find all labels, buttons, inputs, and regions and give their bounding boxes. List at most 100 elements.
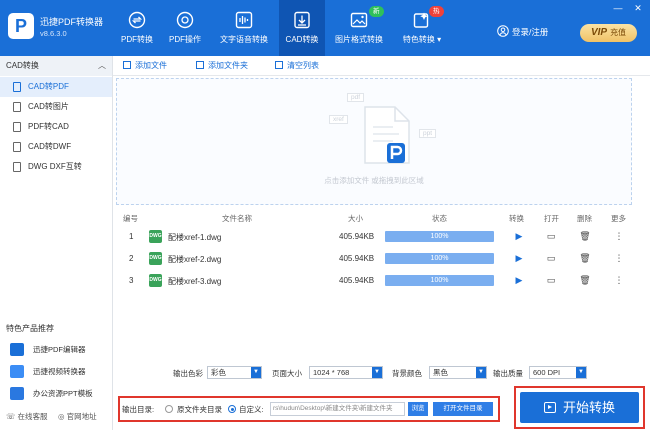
add-folder-button[interactable]: 添加文件夹 bbox=[196, 60, 248, 71]
document-icon bbox=[13, 162, 21, 172]
document-icon bbox=[13, 142, 21, 152]
add-file-label: 添加文件 bbox=[135, 61, 167, 70]
login-button[interactable]: 登录/注册 bbox=[512, 26, 548, 38]
more-icon[interactable]: ⋮ bbox=[613, 252, 625, 265]
sidebar-item-cad-to-dwf[interactable]: CAD转DWF bbox=[0, 137, 112, 157]
folder-open-icon[interactable]: ▭ bbox=[545, 230, 557, 243]
app-logo: P bbox=[8, 13, 34, 39]
sidebar-item-pdf-to-cad[interactable]: PDF转CAD bbox=[0, 117, 112, 137]
image-file-icon bbox=[13, 102, 21, 112]
sidebar: CAD转换 ︿ CAD转PDF CAD转图片 PDF转CAD CAD转DWF DW… bbox=[0, 56, 113, 430]
col-convert: 转换 bbox=[509, 214, 524, 223]
vip-recharge-button[interactable]: VIP 充值 bbox=[580, 24, 637, 42]
add-file-button[interactable]: 添加文件 bbox=[123, 60, 167, 71]
sidebar-item-cad-to-pdf[interactable]: CAD转PDF bbox=[0, 77, 112, 97]
featured-label: 迅捷PDF编辑器 bbox=[33, 345, 86, 354]
radio-custom-folder[interactable] bbox=[228, 405, 236, 413]
nav-label: PDF操作 bbox=[169, 35, 201, 44]
row-index: 2 bbox=[129, 254, 134, 263]
row-file-name: 配楼xref-2.dwg bbox=[168, 255, 222, 264]
image-icon bbox=[350, 12, 368, 28]
clear-list-button[interactable]: 清空列表 bbox=[275, 60, 319, 71]
row-file-name: 配楼xref-3.dwg bbox=[168, 277, 222, 286]
row-progress-bar: 100% bbox=[385, 275, 494, 286]
app-name: 迅捷PDF转换器 bbox=[40, 17, 104, 27]
globe-icon: ◎ bbox=[58, 412, 65, 421]
output-color-select[interactable]: 彩色 ▼ bbox=[207, 366, 262, 379]
output-path-input[interactable]: rs\hudun\Desktop\新建文件夹\新建文件夹 bbox=[270, 402, 405, 416]
play-icon[interactable]: ▶ bbox=[513, 230, 525, 243]
trash-icon[interactable]: 🗑 bbox=[579, 230, 591, 243]
chevron-down-icon: ▼ bbox=[576, 367, 586, 378]
add-file-icon bbox=[123, 61, 131, 69]
open-directory-button[interactable]: 打开文件目录 bbox=[433, 402, 493, 416]
pdf-operation-icon bbox=[176, 11, 194, 29]
folder-open-icon[interactable]: ▭ bbox=[545, 252, 557, 265]
add-folder-icon bbox=[196, 61, 204, 69]
featured-pdf-editor[interactable]: 迅捷PDF编辑器 bbox=[0, 340, 112, 359]
row-status: 100% bbox=[430, 277, 449, 284]
more-icon[interactable]: ⋮ bbox=[613, 230, 625, 243]
website-label: 官网地址 bbox=[66, 412, 97, 421]
add-folder-label: 添加文件夹 bbox=[208, 61, 248, 70]
output-directory-box: 输出目录: 原文件夹目录 自定义: rs\hudun\Desktop\新建文件夹… bbox=[118, 396, 500, 422]
user-icon bbox=[497, 25, 509, 37]
page-size-value: 1024 * 768 bbox=[313, 368, 350, 377]
radio-original-folder[interactable] bbox=[165, 405, 173, 413]
table-row: 1 DWG 配楼xref-1.dwg 405.94KB 100% ▶ ▭ 🗑 ⋮ bbox=[113, 226, 650, 248]
nav-pdf-convert[interactable]: PDF转换 bbox=[113, 0, 161, 56]
output-color-value: 彩色 bbox=[211, 368, 226, 377]
nav-image-convert[interactable]: 图片格式转换 新 bbox=[327, 0, 391, 56]
nav-special-convert[interactable]: 特色转换 ▾ 热 bbox=[393, 0, 451, 56]
more-icon[interactable]: ⋮ bbox=[613, 274, 625, 287]
trash-icon[interactable]: 🗑 bbox=[579, 252, 591, 265]
close-button[interactable]: ✕ bbox=[632, 3, 644, 14]
sidebar-item-dwg-dxf[interactable]: DWG DXF互转 bbox=[0, 157, 112, 177]
output-quality-select[interactable]: 600 DPI ▼ bbox=[529, 366, 587, 379]
pdf-editor-icon bbox=[10, 343, 24, 356]
table-row: 3 DWG 配楼xref-3.dwg 405.94KB 100% ▶ ▭ 🗑 ⋮ bbox=[113, 270, 650, 292]
col-size: 大小 bbox=[348, 214, 363, 223]
sidebar-item-cad-to-image[interactable]: CAD转图片 bbox=[0, 97, 112, 117]
pdf-convert-icon bbox=[128, 11, 146, 29]
sidebar-item-label: DWG DXF互转 bbox=[28, 162, 82, 171]
sidebar-item-label: CAD转DWF bbox=[28, 142, 72, 151]
output-quality-label: 输出质量 bbox=[493, 369, 523, 378]
vip-brand: VIP bbox=[590, 27, 608, 38]
row-file-size: 405.94KB bbox=[339, 276, 375, 285]
play-icon[interactable]: ▶ bbox=[513, 274, 525, 287]
headset-icon: ☏ bbox=[6, 412, 16, 421]
row-progress-bar: 100% bbox=[385, 231, 494, 242]
clear-list-label: 清空列表 bbox=[287, 61, 319, 70]
browse-button[interactable]: 浏览 bbox=[408, 402, 428, 416]
minimize-button[interactable]: — bbox=[612, 3, 624, 13]
cad-download-icon bbox=[294, 11, 310, 29]
featured-title: 特色产品推荐 bbox=[6, 324, 54, 333]
file-drop-zone[interactable]: pdf xref ppt 点击添加文件 或拖拽到此区域 bbox=[116, 78, 632, 205]
trash-icon[interactable]: 🗑 bbox=[579, 274, 591, 287]
page-size-select[interactable]: 1024 * 768 ▼ bbox=[309, 366, 383, 379]
start-convert-button[interactable]: 开始转换 bbox=[520, 392, 639, 423]
nav-label: CAD转换 bbox=[285, 35, 319, 44]
featured-ppt-templates[interactable]: 办公资源PPT模板 bbox=[0, 384, 112, 403]
sidebar-section-header[interactable]: CAD转换 ︿ bbox=[0, 56, 112, 76]
col-name: 文件名称 bbox=[222, 214, 252, 223]
nav-text-speech[interactable]: 文字语音转换 bbox=[209, 0, 279, 56]
website-link[interactable]: ◎ 官网地址 bbox=[58, 411, 97, 422]
play-icon[interactable]: ▶ bbox=[513, 252, 525, 265]
hot-badge: 热 bbox=[429, 6, 444, 17]
row-index: 1 bbox=[129, 232, 134, 241]
online-service-label: 在线客服 bbox=[17, 412, 48, 421]
vip-label: 充值 bbox=[610, 28, 627, 37]
nav-pdf-operation[interactable]: PDF操作 bbox=[161, 0, 209, 56]
online-service-link[interactable]: ☏ 在线客服 bbox=[6, 411, 47, 422]
col-open: 打开 bbox=[544, 214, 559, 223]
col-index: 编号 bbox=[123, 214, 138, 223]
featured-video-converter[interactable]: 迅捷视频转换器 bbox=[0, 362, 112, 381]
document-icon bbox=[13, 122, 21, 132]
folder-open-icon[interactable]: ▭ bbox=[545, 274, 557, 287]
nav-cad-convert[interactable]: CAD转换 bbox=[279, 0, 325, 56]
output-params-bar: 输出色彩 彩色 ▼ 页面大小 1024 * 768 ▼ 背景颜色 黑色 ▼ 输出质量 … bbox=[113, 364, 650, 382]
background-color-select[interactable]: 黑色 ▼ bbox=[429, 366, 487, 379]
col-more: 更多 bbox=[611, 214, 626, 223]
